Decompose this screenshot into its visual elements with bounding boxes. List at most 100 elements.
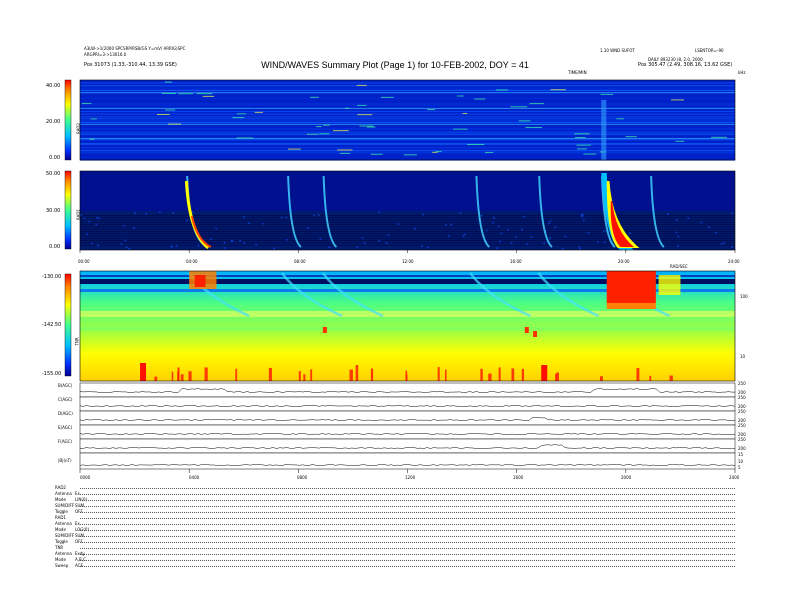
tnr-bottom-spike — [303, 374, 306, 381]
tnr-yellow-band — [80, 311, 735, 317]
rad1-noise-spot — [363, 242, 366, 245]
rad2-spot — [403, 154, 418, 156]
rad1-noise-spot — [378, 239, 381, 242]
rad2-interference-line — [80, 108, 735, 109]
rad2-spot — [345, 107, 350, 109]
rad1-noise-spot — [530, 236, 533, 238]
rad2-spot — [518, 120, 531, 122]
rad1-noise-spot — [134, 212, 137, 214]
rad1-noise-spot — [554, 226, 557, 229]
tnr-bottom-spike — [669, 375, 673, 381]
rad1-noise-spot — [579, 247, 582, 250]
line-panel-frame — [79, 410, 736, 426]
rad1-dark-stripe — [80, 221, 735, 223]
rad2-spot — [432, 151, 438, 153]
rad1-noise-spot — [450, 223, 453, 226]
rad2-spot — [356, 84, 367, 86]
rad2-noise-band — [80, 140, 735, 141]
rad2-spot — [90, 118, 97, 120]
rad1-noise-spot — [526, 243, 529, 245]
tnr-bottom-spike-large — [541, 365, 548, 381]
rad1-noise-spot — [223, 241, 226, 244]
rad1-noise-spot — [95, 223, 98, 226]
rad2-spot — [453, 128, 468, 130]
rad2-interference-line — [80, 138, 735, 139]
rad1-noise-spot — [578, 246, 581, 248]
rad1-dark-stripe — [80, 231, 735, 232]
rad2-spot — [196, 93, 213, 95]
tnr-bottom-spike — [349, 369, 353, 381]
tnr-bottom-spike — [488, 373, 492, 381]
rad1-dark-stripe — [80, 224, 735, 225]
rad1-noise-spot — [186, 219, 189, 222]
rad2-spot — [168, 123, 182, 125]
rad2-noise-band — [80, 150, 735, 152]
rad2-noise-band — [80, 139, 735, 140]
rad1-noise-spot — [280, 216, 283, 219]
rad1-noise-spot — [700, 221, 703, 224]
rad1-noise-spot — [86, 233, 89, 235]
rad1-noise-spot — [239, 240, 242, 242]
rad1-noise-spot — [587, 232, 590, 234]
rad2-noise-band — [80, 82, 735, 84]
rad2-noise-band — [80, 152, 735, 154]
rad2-spot — [254, 111, 263, 113]
rad2-spot — [357, 114, 373, 116]
rad1-noise-spot — [499, 240, 502, 243]
rad1-noise-spot — [191, 211, 194, 214]
rad2-spot — [529, 103, 545, 105]
rad1-noise-spot — [158, 211, 161, 214]
rad1-noise-spot — [230, 239, 233, 242]
rad1-dark-stripe — [80, 235, 735, 237]
rad1-lower-band — [80, 211, 735, 250]
rad1-noise-spot — [328, 246, 331, 248]
rad2-spot — [178, 93, 194, 95]
rad1-noise-spot — [506, 228, 509, 231]
rad2-spot — [550, 89, 566, 91]
rad1-noise-spot — [603, 241, 606, 244]
line-panel-frame — [79, 452, 736, 470]
rad1-noise-spot — [720, 243, 723, 245]
rad2-spot — [525, 126, 543, 128]
rad2-spot — [474, 98, 486, 100]
rad2-spot — [232, 117, 245, 119]
rad1-noise-spot — [422, 213, 425, 216]
rad1-noise-spot — [385, 242, 388, 244]
tnr-burst-0400-red — [194, 275, 206, 287]
rad2-spot — [456, 95, 464, 97]
tnr-red-spot — [322, 327, 327, 333]
rad2-spot — [89, 138, 95, 140]
rad1-noise-spot — [243, 242, 246, 244]
rad1-noise-spot — [285, 216, 288, 219]
rad1-noise-spot — [145, 212, 148, 215]
rad1-dark-stripe — [80, 228, 735, 230]
tnr-bottom-spike — [405, 374, 408, 381]
rad1-noise-spot — [273, 247, 276, 250]
tnr-bottom-spike — [310, 369, 313, 381]
rad2-spot — [161, 92, 176, 94]
tnr-bottom-spike — [437, 367, 440, 381]
rad1-noise-spot — [496, 247, 499, 249]
tnr-bottom-spike — [268, 367, 272, 381]
tnr-bottom-spike — [204, 367, 208, 381]
rad1-noise-spot — [500, 232, 503, 235]
rad2-spot — [577, 148, 587, 150]
rad1-dark-stripe — [80, 242, 735, 244]
rad1-noise-spot — [197, 244, 200, 247]
rad1-noise-spot — [123, 224, 126, 227]
rad1-dark-stripe — [80, 238, 735, 239]
tnr-bottom-spike — [521, 368, 524, 381]
rad1-noise-spot — [91, 242, 94, 245]
tnr-bottom-spike-large — [140, 363, 147, 381]
tnr-bottom-spike — [636, 368, 640, 381]
rad2-noise-band — [80, 144, 735, 146]
rad2-spot — [625, 136, 637, 138]
rad2-spot — [576, 144, 592, 146]
rad2-spot — [202, 95, 215, 97]
rad1-noise-spot — [731, 246, 734, 248]
line-panel-frame — [79, 424, 736, 440]
rad2-spot — [600, 93, 614, 95]
rad2-spot — [574, 133, 590, 135]
line-panel-frame — [79, 382, 736, 398]
tnr-green-band — [80, 327, 735, 331]
